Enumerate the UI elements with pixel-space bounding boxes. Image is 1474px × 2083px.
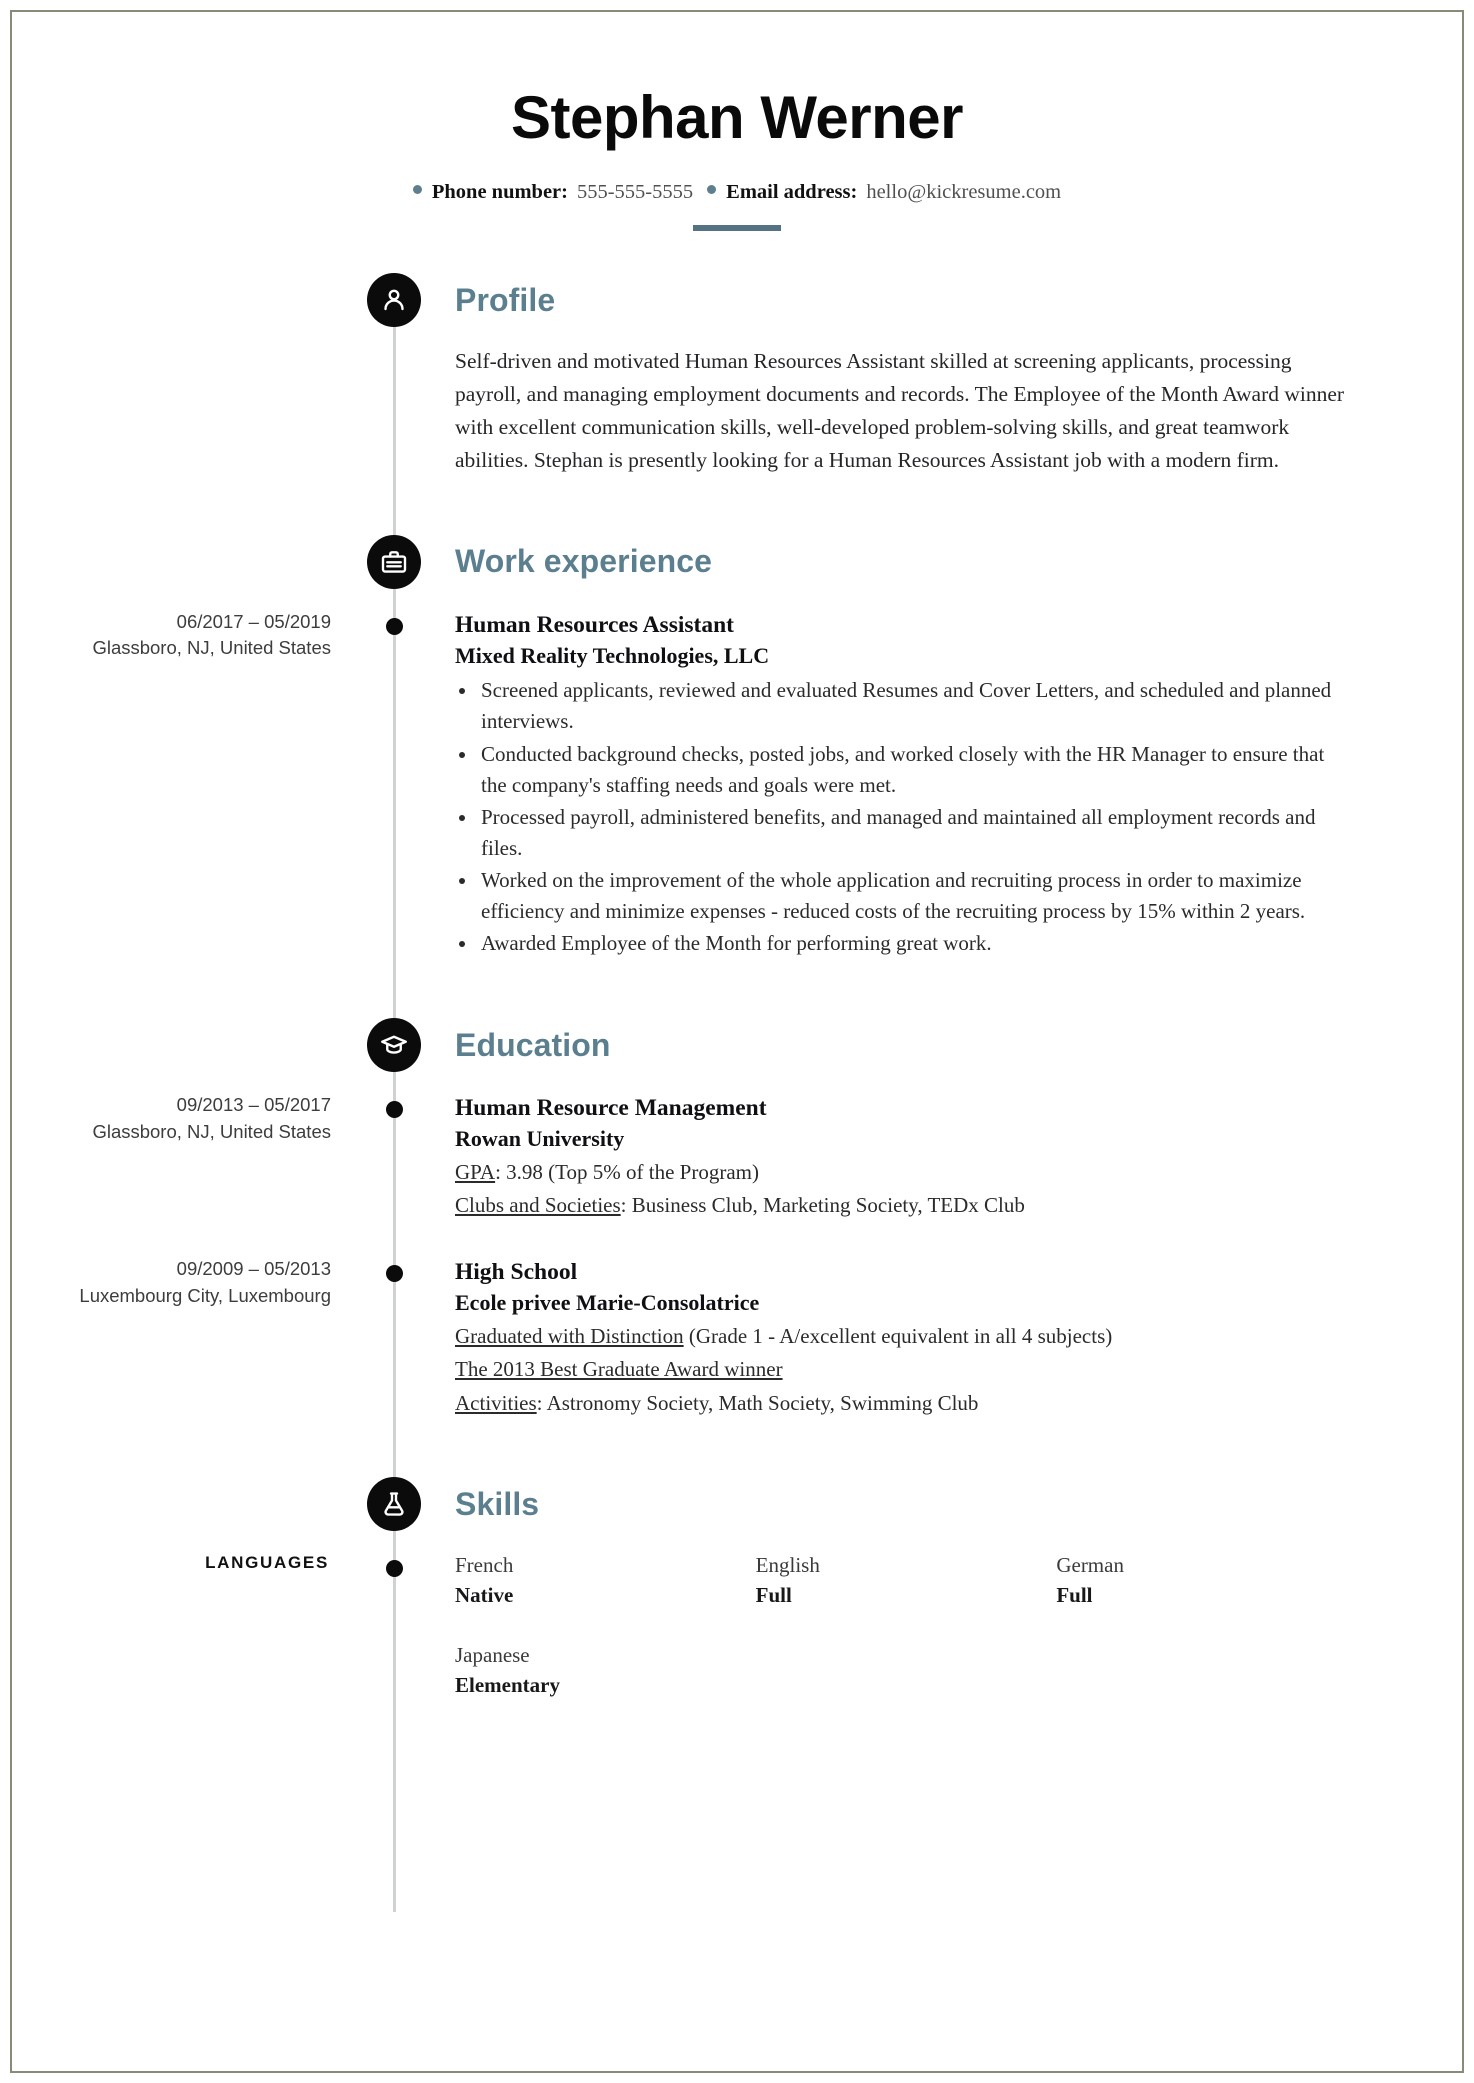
work-entry-company: Mixed Reality Technologies, LLC xyxy=(455,642,770,668)
list-item: Awarded Employee of the Month for perfor… xyxy=(455,928,1347,959)
briefcase-icon xyxy=(367,534,421,589)
resume-page: Stephan Werner Phone number: 555-555-555… xyxy=(10,10,1464,2073)
resume-header: Stephan Werner Phone number: 555-555-555… xyxy=(12,12,1462,231)
contact-email-label: Email address: xyxy=(726,181,858,203)
education-entry-content: High School Ecole privee Marie-Consolatr… xyxy=(421,1256,1462,1419)
bullet-dot-icon xyxy=(412,185,422,194)
section-title-profile: Profile xyxy=(455,281,556,318)
language-name: French xyxy=(455,1553,514,1578)
education-detail-value: : Astronomy Society, Math Society, Swimm… xyxy=(536,1390,979,1415)
work-entry-content: Human Resources Assistant Mixed Reality … xyxy=(421,609,1462,960)
section-title-skills: Skills xyxy=(455,1485,540,1522)
section-profile: Profile Self-driven and motivated Human … xyxy=(12,273,1462,477)
education-entry-meta: 09/2009 – 05/2013 Luxembourg City, Luxem… xyxy=(12,1256,367,1310)
work-entry-dates: 06/2017 – 05/2019 xyxy=(176,610,331,632)
header-divider xyxy=(693,225,781,231)
work-entry-dot-col xyxy=(367,609,421,635)
list-item: Japanese Elementary xyxy=(455,1641,746,1701)
work-entry-location: Glassboro, NJ, United States xyxy=(92,637,331,659)
contact-email-value: hello@kickresume.com xyxy=(866,181,1062,203)
education-entry-title: Human Resource Management xyxy=(455,1095,767,1122)
list-item: Screened applicants, reviewed and evalua… xyxy=(455,675,1347,737)
languages-grid: French Native English Full German Full J… xyxy=(455,1551,1347,1700)
profile-row: Self-driven and motivated Human Resource… xyxy=(12,345,1462,477)
skills-languages-row: LANGUAGES French Native English Full Ger… xyxy=(12,1551,1462,1700)
contact-email: Email address: hello@kickresume.com xyxy=(707,181,1061,204)
bullet-dot-icon xyxy=(707,185,717,194)
education-entry-title: High School xyxy=(455,1258,578,1285)
list-item: French Native xyxy=(455,1551,746,1611)
education-entry-location: Luxembourg City, Luxembourg xyxy=(79,1284,331,1306)
education-detail-label: The 2013 Best Graduate Award winner xyxy=(455,1357,783,1382)
profile-content: Self-driven and motivated Human Resource… xyxy=(421,345,1462,477)
education-entry-dates: 09/2009 – 05/2013 xyxy=(176,1257,331,1279)
education-entry-row: 09/2009 – 05/2013 Luxembourg City, Luxem… xyxy=(12,1256,1462,1419)
language-name: Japanese xyxy=(455,1642,530,1667)
education-entry-content: Human Resource Management Rowan Universi… xyxy=(421,1092,1462,1222)
education-entry-meta: 09/2013 – 05/2017 Glassboro, NJ, United … xyxy=(12,1092,367,1146)
language-level: Full xyxy=(755,1582,792,1607)
section-title-work: Work experience xyxy=(455,543,713,580)
language-name: German xyxy=(1056,1553,1124,1578)
education-detail-value: (Grade 1 - A/excellent equivalent in all… xyxy=(683,1323,1113,1348)
skills-content: French Native English Full German Full J… xyxy=(421,1551,1462,1700)
education-entry-location: Glassboro, NJ, United States xyxy=(92,1120,331,1142)
timeline-dot-icon xyxy=(385,1560,403,1578)
section-header-work: Work experience xyxy=(367,534,1462,589)
work-entry-title: Human Resources Assistant xyxy=(455,611,734,638)
contact-phone-label: Phone number: xyxy=(431,181,568,203)
section-skills: Skills LANGUAGES French Native English F… xyxy=(12,1477,1462,1700)
education-entry-row: 09/2013 – 05/2017 Glassboro, NJ, United … xyxy=(12,1092,1462,1222)
section-header-profile: Profile xyxy=(367,273,1462,327)
section-education: Education 09/2013 – 05/2017 Glassboro, N… xyxy=(12,1018,1462,1419)
list-item: Processed payroll, administered benefits… xyxy=(455,802,1347,864)
education-detail-value: : Business Club, Marketing Society, TEDx… xyxy=(620,1193,1025,1218)
resume-body: Profile Self-driven and motivated Human … xyxy=(12,273,1462,1700)
timeline-dot-icon xyxy=(385,617,403,635)
language-level: Elementary xyxy=(455,1672,560,1697)
education-detail-line: The 2013 Best Graduate Award winner xyxy=(455,1354,1347,1386)
education-detail-line: Activities: Astronomy Society, Math Soci… xyxy=(455,1388,1347,1420)
work-entry-meta: 06/2017 – 05/2019 Glassboro, NJ, United … xyxy=(12,609,367,663)
education-detail-label: GPA xyxy=(455,1159,496,1184)
education-detail-label: Clubs and Societies xyxy=(455,1193,621,1218)
graduation-cap-icon xyxy=(367,1018,421,1073)
list-item: Conducted background checks, posted jobs… xyxy=(455,739,1347,801)
contact-phone: Phone number: 555-555-5555 xyxy=(412,181,694,204)
section-title-education: Education xyxy=(455,1026,611,1063)
education-detail-label: Graduated with Distinction xyxy=(455,1323,684,1348)
section-work-experience: Work experience 06/2017 – 05/2019 Glassb… xyxy=(12,534,1462,960)
timeline-dot-icon xyxy=(385,1264,403,1282)
work-entry-bullets: Screened applicants, reviewed and evalua… xyxy=(455,675,1347,959)
education-entry-school: Ecole privee Marie-Consolatrice xyxy=(455,1290,760,1316)
page-title: Stephan Werner xyxy=(511,84,964,151)
list-item: German Full xyxy=(1056,1551,1347,1611)
list-item: Worked on the improvement of the whole a… xyxy=(455,865,1347,927)
education-detail-line: Clubs and Societies: Business Club, Mark… xyxy=(455,1190,1347,1222)
section-header-skills: Skills xyxy=(367,1477,1462,1532)
person-icon xyxy=(367,273,421,327)
education-entry-dot-col xyxy=(367,1256,421,1282)
contact-phone-value: 555-555-5555 xyxy=(576,181,694,203)
language-level: Native xyxy=(455,1582,514,1607)
education-detail-value: : 3.98 (Top 5% of the Program) xyxy=(495,1159,759,1184)
education-detail-label: Activities xyxy=(455,1390,537,1415)
language-level: Full xyxy=(1056,1582,1093,1607)
education-entry-dot-col xyxy=(367,1092,421,1119)
flask-icon xyxy=(367,1477,421,1532)
timeline-dot-icon xyxy=(385,1101,403,1119)
list-item: English Full xyxy=(756,1551,1047,1611)
skills-group-label: LANGUAGES xyxy=(205,1553,329,1573)
education-detail-line: Graduated with Distinction (Grade 1 - A/… xyxy=(455,1321,1347,1353)
work-entry-row: 06/2017 – 05/2019 Glassboro, NJ, United … xyxy=(12,609,1462,960)
profile-summary-text: Self-driven and motivated Human Resource… xyxy=(455,349,1345,472)
education-detail-line: GPA: 3.98 (Top 5% of the Program) xyxy=(455,1157,1347,1189)
profile-dot-col xyxy=(367,345,421,354)
language-name: English xyxy=(755,1553,820,1578)
section-header-education: Education xyxy=(367,1018,1462,1073)
contact-line: Phone number: 555-555-5555 Email address… xyxy=(12,181,1462,204)
education-entry-dates: 09/2013 – 05/2017 xyxy=(176,1094,331,1116)
education-entry-school: Rowan University xyxy=(455,1126,625,1152)
skills-dot-col xyxy=(367,1551,421,1578)
